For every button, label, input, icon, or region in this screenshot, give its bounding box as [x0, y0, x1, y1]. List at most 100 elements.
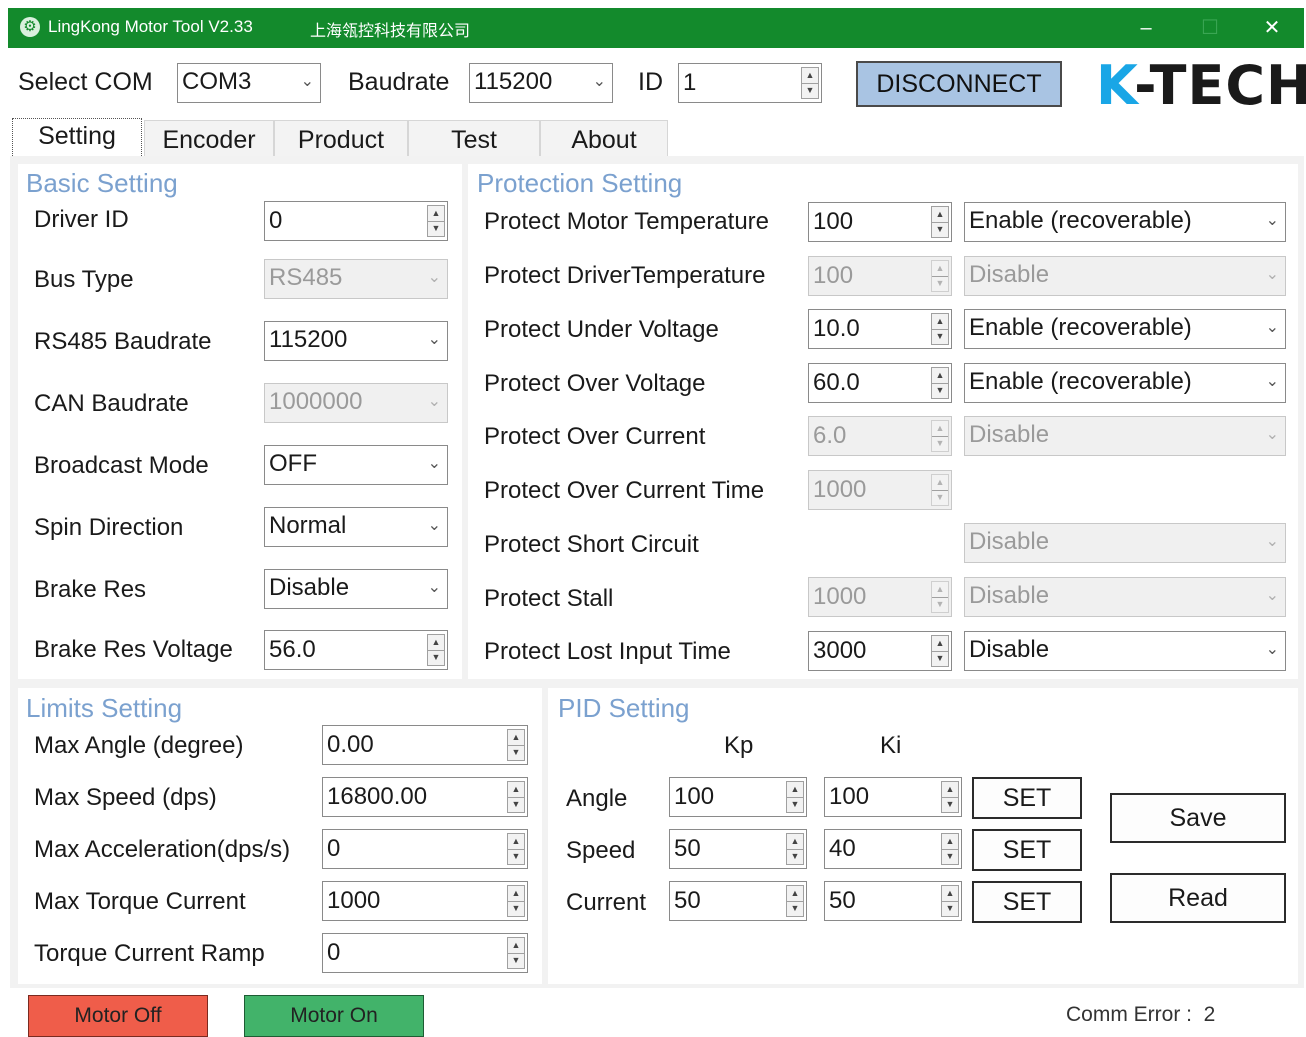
spin-up-icon[interactable]: ▲: [942, 834, 958, 849]
brake-res-voltage-stepper[interactable]: 56.0 ▲ ▼: [264, 630, 448, 670]
spin-down-icon[interactable]: ▼: [508, 848, 524, 865]
tab-encoder[interactable]: Encoder: [144, 120, 274, 158]
spin-down-icon[interactable]: ▼: [932, 221, 948, 238]
id-stepper[interactable]: 1 ▲ ▼: [678, 63, 822, 103]
current-ki-stepper[interactable]: 50 ▲ ▼: [824, 881, 962, 921]
max-torque-current-stepper[interactable]: 1000 ▲ ▼: [322, 881, 528, 921]
spin-buttons[interactable]: ▲ ▼: [507, 937, 525, 969]
protect-mode-select[interactable]: Disable ⌄: [964, 631, 1286, 671]
motor-on-button[interactable]: Motor On: [244, 995, 424, 1037]
spin-up-icon[interactable]: ▲: [932, 636, 948, 651]
speed-ki-stepper[interactable]: 40 ▲ ▼: [824, 829, 962, 869]
protect-mode-select[interactable]: Enable (recoverable) ⌄: [964, 363, 1286, 403]
tab-product[interactable]: Product: [274, 120, 408, 158]
speed-set-button[interactable]: SET: [972, 829, 1082, 871]
spin-buttons[interactable]: ▲ ▼: [786, 781, 804, 813]
protect-mode-select[interactable]: Enable (recoverable) ⌄: [964, 202, 1286, 242]
rs485-baudrate-select[interactable]: 115200 ⌄: [264, 321, 448, 361]
spin-buttons[interactable]: ▲ ▼: [786, 833, 804, 865]
spin-down-icon[interactable]: ▼: [787, 900, 803, 917]
current-set-button[interactable]: SET: [972, 881, 1082, 923]
driver-id-stepper[interactable]: 0 ▲ ▼: [264, 201, 448, 241]
spin-buttons[interactable]: ▲ ▼: [507, 729, 525, 761]
spin-up-icon[interactable]: ▲: [942, 782, 958, 797]
spin-up-icon[interactable]: ▲: [787, 834, 803, 849]
angle-set-button[interactable]: SET: [972, 777, 1082, 819]
spin-up-icon[interactable]: ▲: [787, 886, 803, 901]
spin-down-icon[interactable]: ▼: [932, 328, 948, 345]
tab-test[interactable]: Test: [408, 120, 540, 158]
spin-up-icon[interactable]: ▲: [508, 938, 524, 953]
spin-buttons[interactable]: ▲ ▼: [931, 206, 949, 238]
angle-ki-stepper[interactable]: 100 ▲ ▼: [824, 777, 962, 817]
spin-down-icon[interactable]: ▼: [932, 382, 948, 399]
spin-down-icon[interactable]: ▼: [802, 82, 818, 99]
spin-up-icon[interactable]: ▲: [508, 782, 524, 797]
spin-buttons[interactable]: ▲ ▼: [931, 635, 949, 667]
spin-up-icon[interactable]: ▲: [932, 368, 948, 383]
spin-up-icon[interactable]: ▲: [508, 730, 524, 745]
baudrate-select[interactable]: 115200 ⌄: [469, 63, 613, 103]
spin-buttons[interactable]: ▲ ▼: [941, 885, 959, 917]
spin-buttons[interactable]: ▲ ▼: [507, 833, 525, 865]
spin-buttons[interactable]: ▲ ▼: [507, 885, 525, 917]
broadcast-mode-select[interactable]: OFF ⌄: [264, 445, 448, 485]
max-angle-stepper[interactable]: 0.00 ▲ ▼: [322, 725, 528, 765]
com-port-select[interactable]: COM3 ⌄: [177, 63, 321, 103]
spin-up-icon[interactable]: ▲: [942, 886, 958, 901]
tab-setting[interactable]: Setting: [12, 118, 142, 158]
minimize-icon[interactable]: –: [1124, 14, 1168, 42]
spin-down-icon[interactable]: ▼: [508, 900, 524, 917]
spin-up-icon[interactable]: ▲: [428, 206, 444, 221]
spin-down-icon[interactable]: ▼: [428, 649, 444, 666]
spin-up-icon[interactable]: ▲: [802, 68, 818, 83]
protect-mode-select[interactable]: Enable (recoverable) ⌄: [964, 309, 1286, 349]
kp-header: Kp: [724, 732, 754, 759]
max-acceleration-stepper[interactable]: 0 ▲ ▼: [322, 829, 528, 869]
spin-down-icon[interactable]: ▼: [508, 744, 524, 761]
spin-buttons[interactable]: ▲ ▼: [931, 313, 949, 345]
maximize-icon[interactable]: ☐: [1188, 14, 1232, 42]
protect-value-stepper[interactable]: 60.0 ▲ ▼: [808, 363, 952, 403]
broadcast-mode-value: OFF: [269, 450, 317, 477]
spin-buttons[interactable]: ▲ ▼: [801, 67, 819, 99]
spin-down-icon[interactable]: ▼: [787, 796, 803, 813]
spin-down-icon[interactable]: ▼: [942, 796, 958, 813]
spin-down-icon[interactable]: ▼: [508, 952, 524, 969]
spin-buttons[interactable]: ▲ ▼: [507, 781, 525, 813]
spin-buttons[interactable]: ▲ ▼: [941, 833, 959, 865]
spin-down-icon[interactable]: ▼: [787, 848, 803, 865]
speed-kp-stepper[interactable]: 50 ▲ ▼: [669, 829, 807, 869]
spin-buttons[interactable]: ▲ ▼: [427, 205, 445, 237]
spin-buttons[interactable]: ▲ ▼: [427, 634, 445, 666]
torque-current-ramp-stepper[interactable]: 0 ▲ ▼: [322, 933, 528, 973]
spin-up-icon[interactable]: ▲: [508, 886, 524, 901]
spin-down-icon[interactable]: ▼: [508, 796, 524, 813]
brake-res-select[interactable]: Disable ⌄: [264, 569, 448, 609]
save-button[interactable]: Save: [1110, 793, 1286, 843]
close-icon[interactable]: ✕: [1250, 14, 1294, 42]
spin-down-icon[interactable]: ▼: [942, 900, 958, 917]
spin-buttons[interactable]: ▲ ▼: [931, 367, 949, 399]
spin-up-icon[interactable]: ▲: [932, 207, 948, 222]
protect-value-stepper[interactable]: 10.0 ▲ ▼: [808, 309, 952, 349]
tab-about[interactable]: About: [540, 120, 668, 158]
disconnect-button[interactable]: DISCONNECT: [856, 61, 1062, 107]
angle-kp-stepper[interactable]: 100 ▲ ▼: [669, 777, 807, 817]
spin-up-icon[interactable]: ▲: [932, 314, 948, 329]
motor-off-button[interactable]: Motor Off: [28, 995, 208, 1037]
spin-down-icon[interactable]: ▼: [428, 220, 444, 237]
spin-up-icon[interactable]: ▲: [428, 635, 444, 650]
spin-buttons[interactable]: ▲ ▼: [786, 885, 804, 917]
protect-value-stepper[interactable]: 3000 ▲ ▼: [808, 631, 952, 671]
spin-direction-select[interactable]: Normal ⌄: [264, 507, 448, 547]
current-kp-stepper[interactable]: 50 ▲ ▼: [669, 881, 807, 921]
spin-up-icon[interactable]: ▲: [508, 834, 524, 849]
spin-up-icon[interactable]: ▲: [787, 782, 803, 797]
read-button[interactable]: Read: [1110, 873, 1286, 923]
max-speed-stepper[interactable]: 16800.00 ▲ ▼: [322, 777, 528, 817]
spin-down-icon[interactable]: ▼: [932, 650, 948, 667]
protect-value-stepper[interactable]: 100 ▲ ▼: [808, 202, 952, 242]
spin-buttons[interactable]: ▲ ▼: [941, 781, 959, 813]
spin-down-icon[interactable]: ▼: [942, 848, 958, 865]
